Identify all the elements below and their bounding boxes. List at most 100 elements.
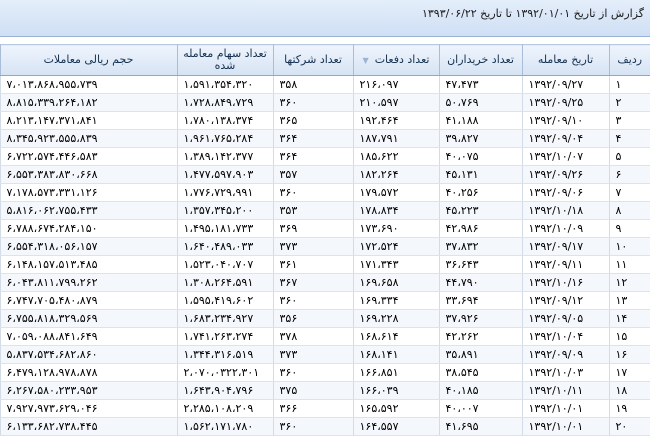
table-row[interactable]: ۷ ۱۳۹۲/۰۹/۰۶ ۴۰،۲۵۶ ۱۷۹،۵۷۲ ۳۶۰ ۱،۷۷۶،۷۲۹،۹۹۱… xyxy=(0,183,650,202)
cell-value: ۵،۸۳۷،۵۳۴،۶۸۲،۸۶۰ xyxy=(0,345,177,364)
cell-shares: ۱،۳۸۹،۱۴۲،۳۷۷ xyxy=(176,147,273,166)
cell-companies: ۳۶۶ xyxy=(272,399,353,418)
cell-row-no: ۱۵ xyxy=(608,327,650,346)
cell-shares: ۱،۹۶۱،۷۶۵،۲۸۴ xyxy=(176,129,273,148)
cell-trade-date: ۱۳۹۲/۰۹/۱۲ xyxy=(521,291,609,310)
cell-companies: ۳۷۸ xyxy=(272,327,353,346)
table-row[interactable]: ۱۹ ۱۳۹۲/۱۰/۰۱ ۴۰،۰۰۷ ۱۶۵،۵۹۲ ۳۶۶ ۲،۲۸۵،۱۰۸،۲۰… xyxy=(0,399,650,418)
cell-value: ۶،۷۸۸،۶۷۴،۲۸۴،۱۵۰ xyxy=(0,219,177,238)
table-row[interactable]: ۴ ۱۳۹۲/۰۹/۰۴ ۳۹،۸۲۷ ۱۸۷،۷۹۱ ۳۶۴ ۱،۹۶۱،۷۶۵،۲۸۴… xyxy=(0,129,650,148)
cell-value: ۷،۱۷۸،۵۷۳،۳۳۱،۱۲۶ xyxy=(0,183,177,202)
cell-value: ۷،۰۱۳،۸۶۸،۹۵۵،۷۳۹ xyxy=(0,75,177,94)
cell-value: ۶،۲۶۷،۵۸۰،۲۳۳،۹۵۳ xyxy=(0,381,177,400)
cell-buyers: ۴۵،۱۳۱ xyxy=(438,165,522,184)
table-row[interactable]: ۱۵ ۱۳۹۲/۱۰/۰۴ ۴۲،۲۶۲ ۱۶۸،۶۱۴ ۳۷۸ ۱،۷۴۱،۲۶۳،۲۷… xyxy=(0,327,650,346)
table-row[interactable]: ۱۸ ۱۳۹۲/۱۰/۱۱ ۴۰،۱۸۵ ۱۶۶،۰۳۹ ۳۷۵ ۱،۶۴۳،۹۰۴،۷۹… xyxy=(0,381,650,400)
cell-buyers: ۴۱،۱۸۸ xyxy=(438,111,522,130)
cell-trades: ۱۶۶،۸۵۱ xyxy=(352,363,439,382)
cell-shares: ۱،۵۶۲،۱۷۱،۷۸۰ xyxy=(176,417,273,436)
table-row[interactable]: ۹ ۱۳۹۲/۱۰/۰۹ ۴۲،۹۸۶ ۱۷۳،۶۹۰ ۳۶۹ ۱،۴۹۵،۱۸۱،۷۳۳… xyxy=(0,219,650,238)
cell-trade-date: ۱۳۹۲/۱۰/۰۷ xyxy=(521,147,609,166)
table-row[interactable]: ۸ ۱۳۹۲/۱۰/۱۸ ۴۵،۲۲۳ ۱۷۸،۸۳۴ ۳۵۳ ۱،۳۵۷،۳۴۵،۲۰۰… xyxy=(0,201,650,220)
cell-trade-date: ۱۳۹۲/۱۰/۰۹ xyxy=(521,219,609,238)
cell-trades: ۱۶۹،۳۳۴ xyxy=(352,291,439,310)
table-row[interactable]: ۶ ۱۳۹۲/۰۹/۲۶ ۴۵،۱۳۱ ۱۸۲،۲۶۴ ۳۵۷ ۱،۴۷۷،۵۹۷،۹۰۳… xyxy=(0,165,650,184)
cell-trade-date: ۱۳۹۲/۱۰/۰۳ xyxy=(521,363,609,382)
cell-buyers: ۴۷،۴۷۳ xyxy=(438,75,522,94)
column-header-row-no[interactable]: ردیف xyxy=(608,44,650,76)
column-header-companies[interactable]: تعداد شرکتها xyxy=(272,44,353,76)
cell-value: ۶،۱۳۳،۶۸۲،۷۳۸،۴۴۵ xyxy=(0,417,177,436)
cell-trades: ۱۶۸،۱۴۱ xyxy=(352,345,439,364)
cell-trades: ۱۶۹،۶۵۸ xyxy=(352,273,439,292)
cell-trades: ۲۱۰،۵۹۷ xyxy=(352,93,439,112)
column-header-value[interactable]: حجم ریالی معاملات xyxy=(0,44,177,76)
cell-row-no: ۸ xyxy=(608,201,650,220)
cell-shares: ۲،۲۸۵،۱۰۸،۲۰۹ xyxy=(176,399,273,418)
cell-trade-date: ۱۳۹۲/۰۹/۰۹ xyxy=(521,345,609,364)
sort-descending-icon[interactable]: ▼ xyxy=(363,56,369,65)
column-header-trade-date[interactable]: تاریخ معامله xyxy=(521,44,609,76)
cell-shares: ۱،۷۸۰،۱۳۸،۳۷۴ xyxy=(176,111,273,130)
cell-trades: ۱۶۹،۲۲۸ xyxy=(352,309,439,328)
cell-trades: ۱۶۴،۵۵۷ xyxy=(352,417,439,436)
table-row[interactable]: ۲۰ ۱۳۹۲/۱۰/۰۱ ۴۱،۶۹۵ ۱۶۴،۵۵۷ ۳۶۰ ۱،۵۶۲،۱۷۱،۷۸… xyxy=(0,417,650,436)
cell-shares: ۱،۷۴۱،۲۶۳،۲۷۴ xyxy=(176,327,273,346)
cell-buyers: ۳۹،۸۲۷ xyxy=(438,129,522,148)
table-row[interactable]: ۱۰ ۱۳۹۲/۰۹/۱۷ ۳۷،۸۳۲ ۱۷۲،۵۲۴ ۳۷۳ ۱،۶۴۰،۴۸۹،۰۳… xyxy=(0,237,650,256)
cell-buyers: ۳۸،۵۴۵ xyxy=(438,363,522,382)
column-header-buyers[interactable]: تعداد خریداران xyxy=(438,44,522,76)
cell-buyers: ۵۰،۷۶۹ xyxy=(438,93,522,112)
cell-companies: ۳۶۰ xyxy=(272,417,353,436)
cell-trades: ۱۸۵،۶۲۲ xyxy=(352,147,439,166)
cell-value: ۶،۵۵۳،۳۸۳،۸۳۰،۶۶۸ xyxy=(0,165,177,184)
table-row[interactable]: ۱۷ ۱۳۹۲/۱۰/۰۳ ۳۸،۵۴۵ ۱۶۶،۸۵۱ ۳۶۰ ۲،۰۷۰،۰۳۲۲،۳… xyxy=(0,363,650,382)
cell-trade-date: ۱۳۹۲/۰۹/۱۰ xyxy=(521,111,609,130)
cell-shares: ۱،۷۲۸،۸۴۹،۷۲۹ xyxy=(176,93,273,112)
cell-shares: ۱،۵۹۱،۳۵۴،۳۲۰ xyxy=(176,75,273,94)
cell-trade-date: ۱۳۹۲/۱۰/۱۱ xyxy=(521,381,609,400)
cell-row-no: ۱۶ xyxy=(608,345,650,364)
table-row[interactable]: ۳ ۱۳۹۲/۰۹/۱۰ ۴۱،۱۸۸ ۱۹۲،۴۶۴ ۳۶۵ ۱،۷۸۰،۱۳۸،۳۷۴… xyxy=(0,111,650,130)
cell-companies: ۳۶۰ xyxy=(272,363,353,382)
table-row[interactable]: ۱ ۱۳۹۲/۰۹/۲۷ ۴۷،۴۷۳ ۲۱۶،۰۹۷ ۳۵۸ ۱،۵۹۱،۳۵۴،۳۲۰… xyxy=(0,75,650,94)
cell-row-no: ۱ xyxy=(608,75,650,94)
cell-row-no: ۱۸ xyxy=(608,381,650,400)
cell-row-no: ۱۲ xyxy=(608,273,650,292)
table-row[interactable]: ۱۶ ۱۳۹۲/۰۹/۰۹ ۳۵،۸۹۱ ۱۶۸،۱۴۱ ۳۷۳ ۱،۳۴۴،۳۱۶،۵۱… xyxy=(0,345,650,364)
column-header-shares[interactable]: تعداد سهام معامله شده xyxy=(176,44,273,76)
cell-buyers: ۴۱،۶۹۵ xyxy=(438,417,522,436)
cell-value: ۶،۰۴۳،۸۱۱،۷۹۹،۲۶۲ xyxy=(0,273,177,292)
cell-trade-date: ۱۳۹۲/۱۰/۰۱ xyxy=(521,399,609,418)
cell-row-no: ۲ xyxy=(608,93,650,112)
column-header-trades[interactable]: تعداد دفعات ▼ xyxy=(352,44,439,76)
table-row[interactable]: ۵ ۱۳۹۲/۱۰/۰۷ ۴۰،۰۷۵ ۱۸۵،۶۲۲ ۳۶۴ ۱،۳۸۹،۱۴۲،۳۷۷… xyxy=(0,147,650,166)
cell-trade-date: ۱۳۹۲/۰۹/۰۶ xyxy=(521,183,609,202)
cell-companies: ۳۶۴ xyxy=(272,147,353,166)
cell-row-no: ۷ xyxy=(608,183,650,202)
cell-shares: ۱،۴۹۵،۱۸۱،۷۳۳ xyxy=(176,219,273,238)
table-row[interactable]: ۱۴ ۱۳۹۲/۰۹/۰۵ ۳۷،۹۲۶ ۱۶۹،۲۲۸ ۳۵۶ ۱،۶۸۳،۲۳۴،۹۲… xyxy=(0,309,650,328)
cell-value: ۸،۳۴۵،۹۲۳،۵۵۵،۸۳۹ xyxy=(0,129,177,148)
cell-trade-date: ۱۳۹۲/۰۹/۱۱ xyxy=(521,255,609,274)
table-row[interactable]: ۱۲ ۱۳۹۲/۱۰/۱۶ ۴۴،۷۹۰ ۱۶۹،۶۵۸ ۳۶۷ ۱،۳۰۸،۲۶۴،۵۹… xyxy=(0,273,650,292)
cell-value: ۶،۴۷۹،۱۲۸،۹۷۸،۸۷۸ xyxy=(0,363,177,382)
cell-trades: ۱۸۷،۷۹۱ xyxy=(352,129,439,148)
cell-trades: ۲۱۶،۰۹۷ xyxy=(352,75,439,94)
cell-shares: ۱،۳۵۷،۳۴۵،۲۰۰ xyxy=(176,201,273,220)
cell-trades: ۱۷۲،۵۲۴ xyxy=(352,237,439,256)
table-row[interactable]: ۱۱ ۱۳۹۲/۰۹/۱۱ ۳۶،۶۴۳ ۱۷۱،۳۴۳ ۳۶۱ ۱،۵۲۳،۰۴۰،۷۰… xyxy=(0,255,650,274)
cell-row-no: ۶ xyxy=(608,165,650,184)
cell-buyers: ۴۰،۱۸۵ xyxy=(438,381,522,400)
table-row[interactable]: ۱۳ ۱۳۹۲/۰۹/۱۲ ۳۳،۶۹۴ ۱۶۹،۳۳۴ ۳۶۰ ۱،۵۹۵،۴۱۹،۶۰… xyxy=(0,291,650,310)
cell-companies: ۳۷۳ xyxy=(272,237,353,256)
cell-buyers: ۴۰،۰۷۵ xyxy=(438,147,522,166)
cell-value: ۶،۷۵۵،۸۱۸،۳۲۹،۵۶۹ xyxy=(0,309,177,328)
table-row[interactable]: ۲ ۱۳۹۲/۰۹/۲۵ ۵۰،۷۶۹ ۲۱۰،۵۹۷ ۳۶۰ ۱،۷۲۸،۸۴۹،۷۲۹… xyxy=(0,93,650,112)
cell-trades: ۱۷۹،۵۷۲ xyxy=(352,183,439,202)
table-header-row: ردیف تاریخ معامله تعداد خریداران تعداد د… xyxy=(0,44,650,76)
cell-shares: ۱،۷۷۶،۷۲۹،۹۹۱ xyxy=(176,183,273,202)
cell-shares: ۱،۶۴۰،۴۸۹،۰۳۳ xyxy=(176,237,273,256)
cell-trade-date: ۱۳۹۲/۱۰/۰۴ xyxy=(521,327,609,346)
cell-row-no: ۱۱ xyxy=(608,255,650,274)
